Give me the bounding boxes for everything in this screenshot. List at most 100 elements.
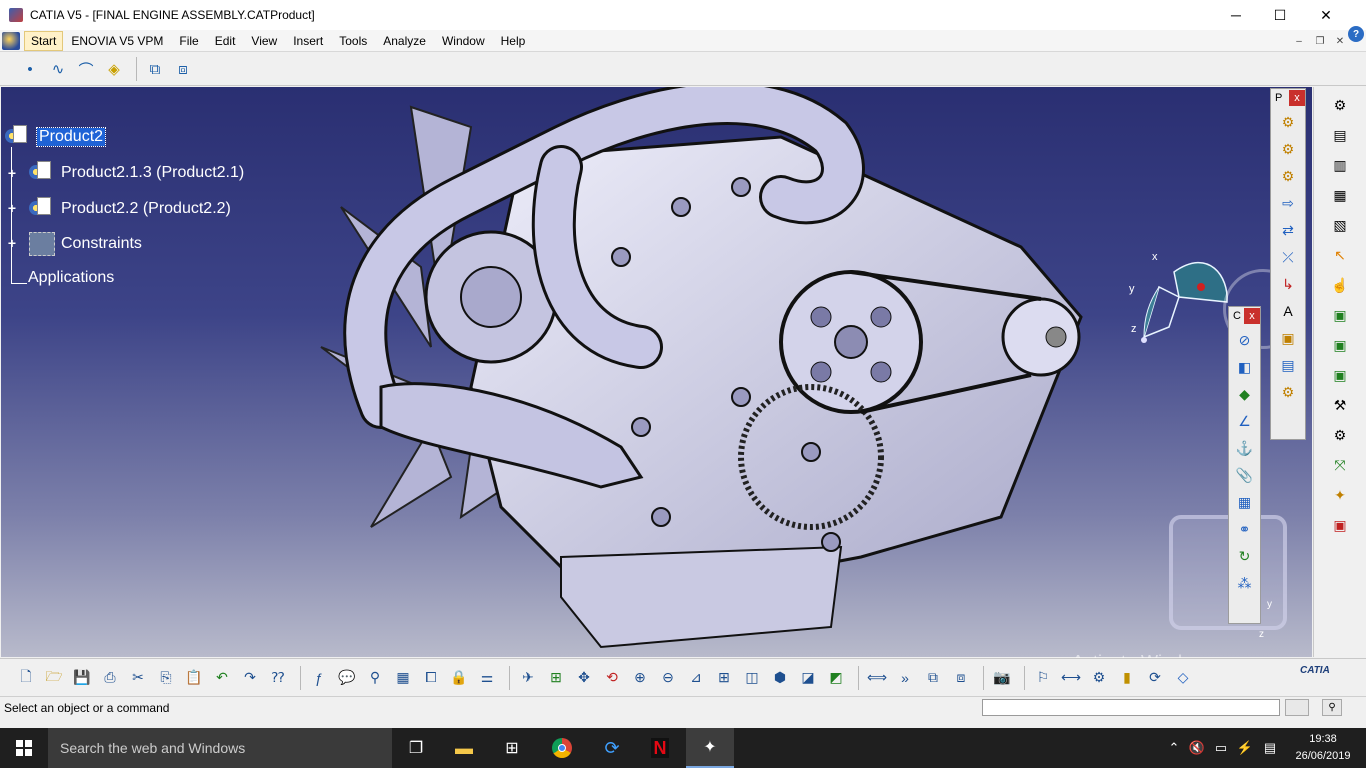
fast-multi-instantiation-icon[interactable]: ⚙: [1276, 380, 1300, 404]
sync-app-icon[interactable]: ⟳: [588, 728, 636, 768]
knowledge-icon[interactable]: ⚌: [475, 666, 499, 690]
replace-component-icon[interactable]: ⇄: [1276, 218, 1300, 242]
file-explorer-icon[interactable]: ▬: [440, 728, 488, 768]
snap-icon[interactable]: ▣: [1328, 333, 1352, 357]
bill-of-material-icon[interactable]: ▤: [1328, 123, 1352, 147]
clash-analysis-icon[interactable]: ⚒: [1328, 393, 1352, 417]
flexible-rigid-icon[interactable]: ⚭: [1233, 517, 1257, 541]
contact-constraint-icon[interactable]: ◧: [1233, 355, 1257, 379]
angle-constraint-icon[interactable]: ∠: [1233, 409, 1257, 433]
tree-icon[interactable]: ⧈: [949, 666, 973, 690]
new-part-icon[interactable]: ⚙: [1276, 164, 1300, 188]
save-icon[interactable]: 💾: [70, 666, 94, 690]
reframe-product-icon[interactable]: ⧈: [171, 57, 195, 81]
menu-enovia[interactable]: ENOVIA V5 VPM: [63, 30, 171, 52]
maximize-button[interactable]: ☐: [1257, 0, 1303, 30]
mdi-minimize-button[interactable]: –: [1290, 33, 1308, 49]
close-toolbar-button[interactable]: x: [1244, 308, 1260, 324]
apply-material-icon[interactable]: ▮: [1115, 666, 1139, 690]
change-constraint-icon[interactable]: ↻: [1233, 544, 1257, 568]
measure-item-icon[interactable]: »: [893, 666, 917, 690]
new-file-icon[interactable]: 🗋: [14, 666, 38, 690]
graph-tree-reordering-icon[interactable]: ⤫: [1276, 245, 1300, 269]
quick-view-icon[interactable]: ◫: [740, 666, 764, 690]
quick-constraint-icon[interactable]: ▦: [1233, 490, 1257, 514]
windows-start-button[interactable]: [0, 728, 48, 768]
list-icon[interactable]: ▧: [1328, 213, 1352, 237]
tree-item-applications[interactable]: Applications: [28, 269, 114, 287]
redo-icon[interactable]: ↷: [238, 666, 262, 690]
close-toolbar-button[interactable]: x: [1289, 90, 1305, 106]
command-toggle-button[interactable]: [1285, 699, 1309, 716]
comment-icon[interactable]: 💬: [335, 666, 359, 690]
rotate-icon[interactable]: ⟲: [600, 666, 624, 690]
hide-show-icon[interactable]: ◪: [796, 666, 820, 690]
assembly-feature-icon[interactable]: ⚙: [1087, 666, 1111, 690]
compass-handle-icon[interactable]: [1197, 283, 1205, 291]
table-icon[interactable]: ▦: [391, 666, 415, 690]
fix-component-icon[interactable]: ⚓: [1233, 436, 1257, 460]
command-input[interactable]: [982, 699, 1280, 716]
expand-icon[interactable]: +: [6, 166, 18, 180]
menu-file[interactable]: File: [171, 30, 206, 52]
point-icon[interactable]: •: [18, 57, 42, 81]
paste-icon[interactable]: 📋: [182, 666, 206, 690]
surface-icon[interactable]: ⌒: [74, 57, 98, 81]
spline-icon[interactable]: ∿: [46, 57, 70, 81]
distance-analysis-icon[interactable]: ⤧: [1328, 453, 1352, 477]
tree-item-root[interactable]: Product2: [5, 125, 107, 149]
cut-icon[interactable]: ✂: [126, 666, 150, 690]
close-button[interactable]: ✕: [1303, 0, 1349, 30]
taskbar-clock[interactable]: 19:38 26/06/2019: [1288, 731, 1358, 765]
measure-between-icon[interactable]: ⟺: [865, 666, 889, 690]
manage-representations-icon[interactable]: ▣: [1276, 326, 1300, 350]
weld-icon[interactable]: ⟷: [1059, 666, 1083, 690]
menu-edit[interactable]: Edit: [207, 30, 244, 52]
help-icon[interactable]: ?: [1348, 26, 1364, 42]
update-icon[interactable]: ✦: [1328, 483, 1352, 507]
graph-icon[interactable]: ⧠: [419, 666, 443, 690]
explode-icon[interactable]: ▣: [1328, 303, 1352, 327]
mdi-close-button[interactable]: ✕: [1331, 33, 1349, 49]
menu-tools[interactable]: Tools: [331, 30, 375, 52]
coincidence-constraint-icon[interactable]: ⊘: [1233, 328, 1257, 352]
whats-this-icon[interactable]: ⁇: [266, 666, 290, 690]
existing-component-icon[interactable]: ⇨: [1276, 191, 1300, 215]
swap-space-icon[interactable]: ◩: [824, 666, 848, 690]
flag-icon[interactable]: ⚲: [363, 666, 387, 690]
select-arrow-icon[interactable]: ↖: [1328, 243, 1352, 267]
generate-numbering-icon[interactable]: ↳: [1276, 272, 1300, 296]
volume-muted-icon[interactable]: 🔇: [1186, 728, 1208, 768]
sketch-icon[interactable]: ◇: [1171, 666, 1195, 690]
pan-icon[interactable]: ✥: [572, 666, 596, 690]
fix-together-icon[interactable]: 📎: [1233, 463, 1257, 487]
sectioning-icon[interactable]: ⚙: [1328, 423, 1352, 447]
menu-insert[interactable]: Insert: [285, 30, 331, 52]
capture-icon[interactable]: 📷: [990, 666, 1014, 690]
minimize-button[interactable]: ─: [1213, 0, 1259, 30]
update-all-icon[interactable]: ⟳: [1143, 666, 1167, 690]
new-product-icon[interactable]: ⚙: [1276, 137, 1300, 161]
expand-icon[interactable]: +: [6, 201, 18, 215]
expand-icon[interactable]: +: [6, 236, 18, 250]
formula-icon[interactable]: ƒ: [307, 666, 331, 690]
copy-paste-icon[interactable]: ▥: [1328, 153, 1352, 177]
multi-view-icon[interactable]: ⊞: [712, 666, 736, 690]
reuse-pattern-icon[interactable]: ⁂: [1233, 571, 1257, 595]
netflix-icon[interactable]: N: [636, 728, 684, 768]
copy-icon[interactable]: ⎘: [154, 666, 178, 690]
fit-product-icon[interactable]: ⧉: [143, 57, 167, 81]
offset-constraint-icon[interactable]: ◆: [1233, 382, 1257, 406]
catalog-icon[interactable]: ⚙: [1328, 93, 1352, 117]
scenes-icon[interactable]: ▣: [1328, 513, 1352, 537]
battery-icon[interactable]: ⚡: [1234, 728, 1256, 768]
3d-viewport[interactable]: Product2 + Product2.1.3 (Product2.1) + P…: [1, 87, 1312, 657]
zoom-out-icon[interactable]: ⊖: [656, 666, 680, 690]
menu-window[interactable]: Window: [434, 30, 493, 52]
publish-icon[interactable]: ⚐: [1031, 666, 1055, 690]
menu-help[interactable]: Help: [493, 30, 534, 52]
normal-view-icon[interactable]: ⊿: [684, 666, 708, 690]
task-view-icon[interactable]: ❐: [392, 728, 440, 768]
chrome-icon[interactable]: [538, 728, 586, 768]
tray-chevron-icon[interactable]: ⌃: [1164, 728, 1184, 768]
